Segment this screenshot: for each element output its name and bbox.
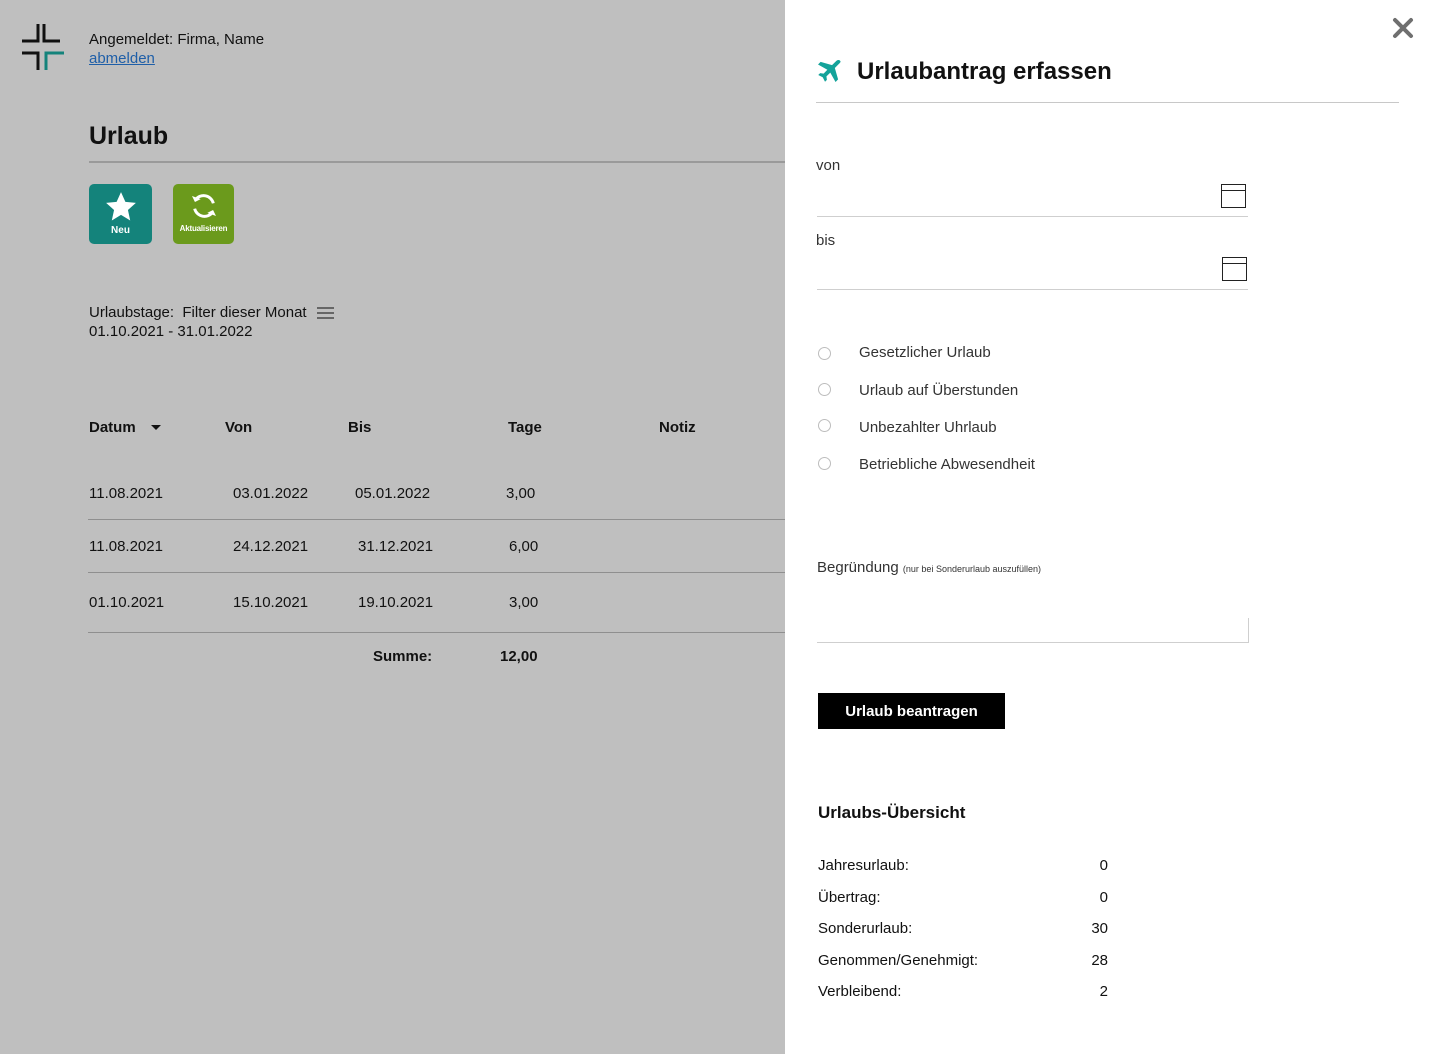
filter-menu-icon[interactable]: [317, 307, 334, 321]
overview-value: 2: [1099, 983, 1108, 1000]
overview-label: Verbleibend:: [818, 983, 902, 1000]
title-divider: [89, 161, 785, 163]
drawer-title: Urlaubantrag erfassen: [857, 58, 1112, 85]
row-divider: [88, 572, 785, 573]
submit-leave-request-button[interactable]: Urlaub beantragen: [818, 693, 1005, 729]
column-header-notiz[interactable]: Notiz: [659, 419, 696, 436]
reason-input[interactable]: [817, 618, 1249, 643]
login-status: Angemeldet: Firma, Name: [89, 31, 265, 48]
to-date-label: bis: [816, 232, 836, 249]
overview-value: 0: [1099, 857, 1108, 874]
radio-button[interactable]: [818, 383, 831, 396]
reason-label: Begründung (nur bei Sonderurlaub auszufü…: [817, 559, 1041, 576]
from-date-label: von: [816, 157, 841, 174]
star-icon: [105, 192, 136, 221]
column-header-tage[interactable]: Tage: [508, 419, 542, 436]
sort-descending-icon[interactable]: [151, 425, 161, 430]
calendar-icon[interactable]: [1221, 184, 1246, 208]
leave-type-label: Urlaub auf Überstunden: [859, 382, 1019, 399]
overview-label: Sonderurlaub:: [818, 920, 913, 937]
leave-type-option-gesetzlich[interactable]: Gesetzlicher Urlaub: [818, 344, 991, 361]
logout-link[interactable]: abmelden: [89, 50, 155, 67]
reason-hint: (nur bei Sonderurlaub auszufüllen): [902, 564, 1042, 574]
row-1-tage: 3,00: [506, 485, 536, 502]
refresh-button-label: Aktualisieren: [179, 224, 228, 233]
row-2-tage: 6,00: [509, 538, 539, 555]
leave-type-option-unbezahlt[interactable]: Unbezahlter Uhrlaub: [818, 419, 997, 436]
row-divider: [88, 632, 785, 633]
row-1-datum: 11.08.2021: [89, 485, 163, 502]
title-divider: [816, 102, 1399, 103]
main-page: Angemeldet: Firma, Name abmelden Urlaub …: [0, 0, 785, 1054]
reason-label-text: Begründung: [817, 559, 899, 576]
sum-label: Summe:: [373, 648, 433, 665]
refresh-button[interactable]: Aktualisieren: [173, 184, 234, 244]
leave-type-label: Betriebliche Abwesendheit: [859, 456, 1035, 473]
leave-type-label: Gesetzlicher Urlaub: [859, 344, 991, 361]
new-button[interactable]: Neu: [89, 184, 152, 244]
row-2-von: 24.12.2021: [233, 538, 309, 555]
column-header-datum[interactable]: Datum: [89, 419, 136, 436]
leave-request-drawer: Urlaubantrag erfassen von bis Gesetzlich…: [785, 0, 1431, 1054]
filter-label: Urlaubstage: Filter dieser Monat: [89, 304, 307, 321]
refresh-icon: [191, 194, 216, 218]
page-title: Urlaub: [89, 122, 169, 150]
calendar-icon[interactable]: [1222, 257, 1247, 281]
row-3-bis: 19.10.2021: [358, 594, 434, 611]
overview-value: 0: [1099, 889, 1108, 906]
filter-date-range: 01.10.2021 - 31.01.2022: [89, 323, 253, 340]
overview-label: Übertrag:: [818, 889, 881, 906]
row-2-datum: 11.08.2021: [89, 538, 163, 555]
overview-label: Genommen/Genehmigt:: [818, 952, 979, 969]
leave-type-option-ueberstunden[interactable]: Urlaub auf Überstunden: [818, 382, 1018, 399]
overview-label: Jahresurlaub:: [818, 857, 909, 874]
leave-type-option-betrieblich[interactable]: Betriebliche Abwesendheit: [818, 456, 1035, 473]
radio-button[interactable]: [818, 419, 831, 432]
overview-value: 30: [1091, 920, 1108, 937]
radio-button[interactable]: [818, 457, 831, 470]
column-header-bis[interactable]: Bis: [348, 419, 371, 436]
sum-value: 12,00: [500, 648, 538, 665]
overview-title: Urlaubs-Übersicht: [818, 803, 966, 822]
to-date-input[interactable]: [817, 260, 1248, 290]
column-header-von[interactable]: Von: [225, 419, 252, 436]
new-button-label: Neu: [111, 225, 130, 236]
radio-button[interactable]: [818, 347, 831, 360]
airplane-icon: [818, 60, 841, 82]
leave-type-label: Unbezahlter Uhrlaub: [859, 419, 997, 436]
overview-value: 28: [1091, 952, 1108, 969]
row-3-tage: 3,00: [509, 594, 539, 611]
row-2-bis: 31.12.2021: [358, 538, 434, 555]
close-icon[interactable]: [1391, 16, 1415, 40]
row-3-datum: 01.10.2021: [89, 594, 165, 611]
row-1-bis: 05.01.2022: [355, 485, 431, 502]
row-1-von: 03.01.2022: [233, 485, 309, 502]
company-logo: [22, 24, 64, 70]
row-divider: [88, 519, 785, 520]
from-date-input[interactable]: [817, 187, 1248, 217]
row-3-von: 15.10.2021: [233, 594, 309, 611]
